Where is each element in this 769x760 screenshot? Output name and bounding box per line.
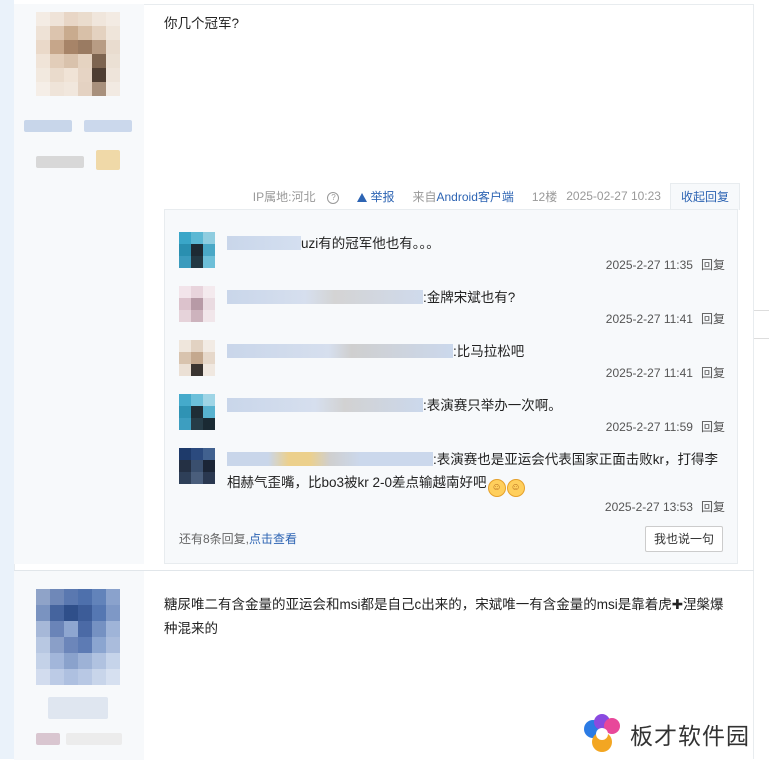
avatar[interactable] <box>36 589 120 685</box>
reply-avatar[interactable] <box>179 448 215 484</box>
list-item: :比马拉松吧 2025-2-27 11:41 回复 <box>179 340 725 390</box>
reply-username-blurred[interactable] <box>227 236 301 250</box>
reply-time: 2025-2-27 11:35 <box>605 258 693 272</box>
author-column <box>14 4 144 564</box>
reply-time: 2025-2-27 11:59 <box>605 420 693 434</box>
reply-button[interactable]: 回复 <box>701 420 725 434</box>
site-watermark: 板才软件园 <box>582 712 750 756</box>
reply-meta: 2025-2-27 11:41 回复 <box>606 310 725 327</box>
list-item: :表演赛只举办一次啊。 2025-2-27 11:59 回复 <box>179 394 725 444</box>
level-badge-blurred <box>36 733 60 745</box>
source-label: 来自Android客户端 <box>412 189 514 204</box>
collapse-replies-button[interactable]: 收起回复 <box>669 182 740 210</box>
author-column <box>14 571 144 760</box>
username-blurred[interactable] <box>48 697 108 719</box>
smile-emoji-icon: ☺ <box>506 479 525 497</box>
list-item: :表演赛也是亚运会代表国家正面击败kr，打得李相赫气歪嘴，比bo3被kr 2-0… <box>179 448 725 518</box>
reply-username-blurred[interactable] <box>227 344 453 358</box>
reply-time: 2025-2-27 13:53 <box>604 500 693 514</box>
warning-icon <box>357 192 368 202</box>
reply-text: uzi有的冠军他也有。。。 <box>227 232 725 255</box>
level-badge-blurred <box>96 150 120 170</box>
reply-text: :比马拉松吧 <box>227 340 725 363</box>
reply-text: :表演赛也是亚运会代表国家正面击败kr，打得李相赫气歪嘴，比bo3被kr 2-0… <box>227 448 725 497</box>
username-blurred[interactable] <box>84 120 132 132</box>
reply-username-blurred[interactable] <box>227 452 433 466</box>
reply-avatar[interactable] <box>179 340 215 376</box>
username-blurred[interactable] <box>24 120 72 132</box>
side-divider <box>754 310 769 311</box>
reply-meta: 2025-2-27 11:35 回复 <box>606 256 725 273</box>
watermark-logo-icon <box>582 712 626 756</box>
reply-time: 2025-2-27 11:41 <box>605 312 693 326</box>
level-badge-blurred <box>66 733 122 745</box>
reply-meta: 2025-2-27 13:53 回复 <box>605 498 725 515</box>
reply-text: :表演赛只举办一次啊。 <box>227 394 725 417</box>
reply-username-blurred[interactable] <box>227 398 423 412</box>
reply-avatar[interactable] <box>179 394 215 430</box>
reply-button[interactable]: 回复 <box>701 258 725 272</box>
reply-panel: uzi有的冠军他也有。。。 2025-2-27 11:35 回复 :金牌宋斌也有?… <box>164 209 738 564</box>
page-left-strip <box>0 0 14 759</box>
reply-meta: 2025-2-27 11:59 回复 <box>606 418 725 435</box>
list-item: :金牌宋斌也有? 2025-2-27 11:41 回复 <box>179 286 725 336</box>
level-badge-blurred <box>36 156 84 168</box>
more-replies: 还有8条回复,点击查看 <box>179 532 298 546</box>
post-datetime: 2025-02-27 10:23 <box>566 189 661 203</box>
side-divider <box>754 338 769 339</box>
source-link[interactable]: Android客户端 <box>437 190 514 204</box>
reply-avatar[interactable] <box>179 286 215 322</box>
smile-emoji-icon: ☺ <box>487 479 506 497</box>
reply-input-button[interactable]: 我也说一句 <box>645 526 723 552</box>
post-floor-12: 你几个冠军? IP属地:河北? 举报 来自Android客户端 12楼 2025… <box>14 4 754 564</box>
reply-text: :金牌宋斌也有? <box>227 286 725 309</box>
avatar[interactable] <box>36 12 120 96</box>
reply-username-blurred[interactable] <box>227 290 423 304</box>
reply-time: 2025-2-27 11:41 <box>605 366 693 380</box>
view-more-link[interactable]: 点击查看 <box>249 532 297 546</box>
post-tail: IP属地:河北? 举报 来自Android客户端 12楼 2025-02-27 … <box>14 182 754 210</box>
reply-meta: 2025-2-27 11:41 回复 <box>606 364 725 381</box>
floor-number: 12楼 <box>531 189 558 204</box>
watermark-text: 板才软件园 <box>630 724 750 750</box>
report-link[interactable]: 举报 <box>357 188 403 205</box>
post-content: 你几个冠军? <box>164 16 240 31</box>
post-content: 糖尿唯二有含金量的亚运会和msi都是自己c出来的，宋斌唯一有含金量的msi是靠着… <box>164 597 724 636</box>
ip-location: IP属地:河北? <box>253 188 349 205</box>
reply-button[interactable]: 回复 <box>701 312 725 326</box>
reply-button[interactable]: 回复 <box>701 366 725 380</box>
reply-avatar[interactable] <box>179 232 215 268</box>
reply-button[interactable]: 回复 <box>701 500 725 514</box>
help-icon[interactable]: ? <box>327 191 340 204</box>
list-item: uzi有的冠军他也有。。。 2025-2-27 11:35 回复 <box>179 232 725 282</box>
